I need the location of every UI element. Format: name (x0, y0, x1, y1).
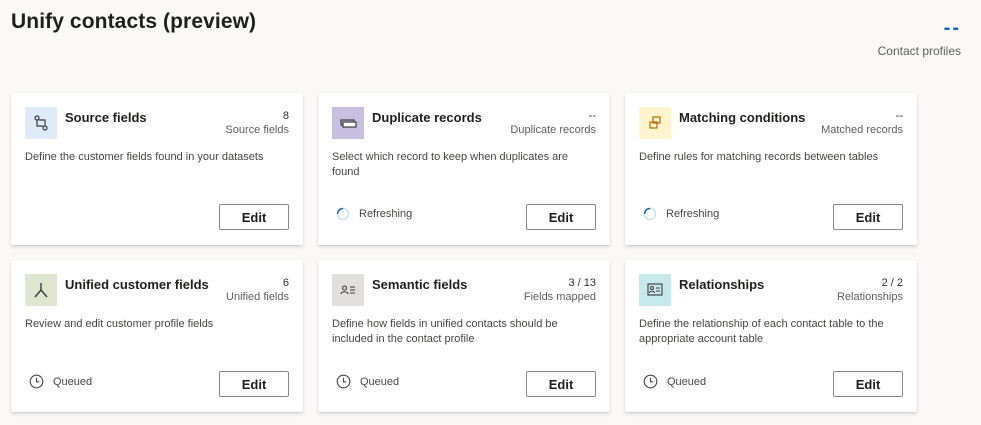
card-unified-customer-fields: Unified customer fields 6 Unified fields… (11, 260, 303, 412)
card-title: Unified customer fields (65, 277, 209, 292)
refreshing-spinner-icon (336, 207, 350, 221)
card-status: Queued (643, 374, 706, 389)
card-count-value: 6 (282, 277, 289, 289)
card-count: -- Matched records (821, 110, 903, 137)
card-title: Relationships (679, 277, 765, 292)
card-title: Semantic fields (372, 277, 468, 292)
card-count-label: Relationships (836, 291, 903, 303)
card-count: 3 / 13 Fields mapped (524, 277, 596, 304)
relationships-icon (639, 274, 671, 306)
refreshing-spinner-icon (643, 207, 657, 221)
card-title: Duplicate records (372, 110, 482, 125)
card-count-label: Source fields (225, 124, 289, 136)
edit-matching-conditions-button[interactable]: Edit (833, 204, 903, 230)
card-count-label: Matched records (821, 124, 903, 136)
source-fields-icon (25, 107, 57, 139)
card-title: Source fields (65, 110, 147, 125)
card-count-label: Duplicate records (510, 124, 596, 136)
card-status: Queued (336, 374, 399, 389)
card-count-value: 8 (282, 110, 289, 122)
card-description: Define the relationship of each contact … (639, 318, 884, 345)
card-count-value: 2 / 2 (881, 277, 903, 289)
status-text: Refreshing (666, 208, 720, 220)
status-text: Queued (360, 375, 400, 388)
card-description: Define how fields in unified contacts sh… (332, 318, 558, 345)
card-status: Queued (29, 374, 92, 389)
card-semantic-fields: Semantic fields 3 / 13 Fields mapped Def… (318, 260, 610, 412)
clock-icon (643, 374, 658, 389)
card-status: Refreshing (336, 207, 412, 221)
edit-relationships-button[interactable]: Edit (833, 371, 903, 397)
card-count: 8 Source fields (225, 110, 289, 137)
card-count-value: -- (895, 110, 903, 122)
edit-semantic-fields-button[interactable]: Edit (526, 371, 596, 397)
clock-icon (29, 374, 44, 389)
card-description: Define rules for matching records betwee… (639, 151, 879, 163)
semantic-fields-icon (332, 274, 364, 306)
status-text: Refreshing (359, 208, 413, 220)
card-description: Review and edit customer profile fields (25, 318, 214, 330)
card-description: Define the customer fields found in your… (25, 151, 264, 163)
matching-conditions-icon (639, 107, 671, 139)
card-count: 2 / 2 Relationships (837, 277, 903, 304)
card-count-value: -- (588, 110, 596, 122)
card-count: -- Duplicate records (510, 110, 596, 137)
duplicate-records-icon (332, 107, 364, 139)
card-count-label: Fields mapped (523, 291, 596, 303)
clock-icon (336, 374, 351, 389)
card-count: 6 Unified fields (226, 277, 289, 304)
status-text: Queued (667, 375, 707, 388)
contact-profiles-count: -- (943, 17, 961, 39)
edit-unified-customer-fields-button[interactable]: Edit (219, 371, 289, 397)
status-text: Queued (53, 375, 93, 388)
card-relationships: Relationships 2 / 2 Relationships Define… (625, 260, 917, 412)
card-title: Matching conditions (679, 110, 806, 125)
edit-source-fields-button[interactable]: Edit (219, 204, 289, 230)
card-matching-conditions: Matching conditions -- Matched records D… (625, 93, 917, 245)
merge-icon (25, 274, 57, 306)
card-status: Refreshing (643, 207, 719, 221)
edit-duplicate-records-button[interactable]: Edit (526, 204, 596, 230)
card-count-value: 3 / 13 (568, 277, 596, 289)
contact-profiles-summary: -- Contact profiles (878, 18, 961, 58)
page-title: Unify contacts (preview) (11, 10, 257, 33)
card-duplicate-records: Duplicate records -- Duplicate records S… (318, 93, 610, 245)
contact-profiles-label: Contact profiles (877, 44, 961, 58)
card-description: Select which record to keep when duplica… (332, 151, 569, 178)
card-count-label: Unified fields (226, 291, 289, 303)
card-source-fields: Source fields 8 Source fields Define the… (11, 93, 303, 245)
